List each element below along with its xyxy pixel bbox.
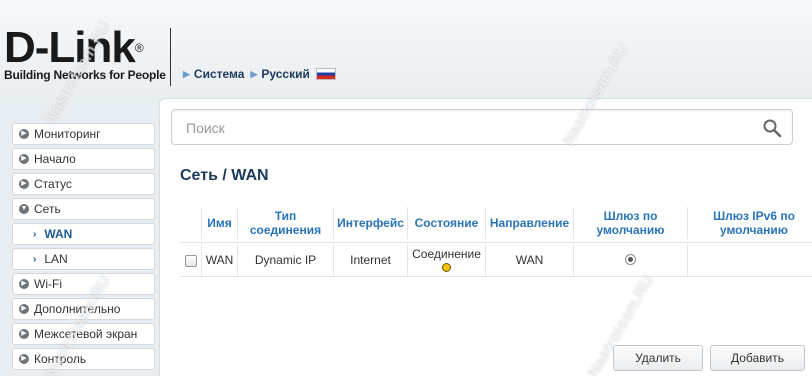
language-menu-link[interactable]: Русский bbox=[261, 67, 310, 81]
column-header-direction[interactable]: Направление bbox=[486, 207, 574, 239]
sidebar-item-label: WAN bbox=[44, 227, 73, 241]
header: D-Link® Building Networks for People ▶ С… bbox=[0, 0, 812, 98]
table-row[interactable]: WAN Dynamic IP Internet Соединение WAN bbox=[180, 242, 812, 277]
column-header-ipv6-default-gateway[interactable]: Шлюз IPv6 по умолчанию bbox=[688, 207, 812, 239]
add-button[interactable]: Добавить bbox=[710, 345, 805, 371]
sidebar-item-status[interactable]: ▶ Статус bbox=[12, 173, 155, 195]
sidebar-item-label: Статус bbox=[34, 177, 72, 191]
system-menu-link[interactable]: Система bbox=[194, 67, 245, 81]
bullet-arrow-icon: › bbox=[33, 228, 37, 240]
sidebar-item-monitoring[interactable]: ▶ Мониторинг bbox=[12, 123, 155, 145]
sidebar-item-wifi[interactable]: ▶ Wi-Fi bbox=[12, 273, 155, 295]
sidebar-item-start[interactable]: ▶ Начало bbox=[12, 148, 155, 170]
logo-registered: ® bbox=[134, 41, 144, 55]
sidebar-subitem-lan[interactable]: › LAN bbox=[12, 248, 155, 270]
page-title: Сеть / WAN bbox=[180, 167, 269, 184]
cell-direction: WAN bbox=[486, 243, 574, 276]
search-placeholder: Поиск bbox=[186, 120, 225, 136]
cell-interface: Internet bbox=[334, 243, 408, 276]
column-header-connection-type[interactable]: Тип соединения bbox=[238, 207, 334, 239]
triangle-right-icon: ▶ bbox=[250, 68, 258, 79]
sidebar-item-network[interactable]: ▼ Сеть bbox=[12, 198, 155, 220]
chevron-right-icon: ▶ bbox=[19, 329, 29, 339]
column-header-default-gateway[interactable]: Шлюз по умолчанию bbox=[574, 207, 688, 239]
row-checkbox[interactable] bbox=[184, 255, 197, 267]
sidebar-item-label: LAN bbox=[44, 252, 68, 266]
state-label: Соединение bbox=[412, 246, 481, 261]
sidebar-item-label: Wi-Fi bbox=[34, 277, 62, 291]
cell-name: WAN bbox=[202, 243, 238, 276]
cell-default-gateway bbox=[574, 243, 688, 276]
column-header-select bbox=[180, 207, 202, 239]
search-input[interactable]: Поиск bbox=[171, 109, 793, 145]
cell-ipv6-default-gateway bbox=[688, 243, 812, 276]
chevron-right-icon: ▶ bbox=[19, 154, 29, 164]
sidebar-item-control[interactable]: ▶ Контроль bbox=[12, 348, 155, 370]
sidebar-subitem-wan[interactable]: › WAN bbox=[12, 223, 155, 245]
row-select-cell bbox=[180, 243, 202, 276]
status-dot-icon bbox=[442, 262, 451, 272]
chevron-right-icon: ▶ bbox=[19, 354, 29, 364]
chevron-down-icon: ▼ bbox=[19, 204, 29, 214]
chevron-right-icon: ▶ bbox=[19, 304, 29, 314]
chevron-right-icon: ▶ bbox=[19, 279, 29, 289]
cell-state: Соединение bbox=[408, 243, 486, 276]
default-gateway-radio[interactable] bbox=[625, 254, 636, 265]
sidebar-item-label: Мониторинг bbox=[34, 127, 101, 141]
russian-flag-icon[interactable] bbox=[315, 68, 336, 80]
bullet-arrow-icon: › bbox=[33, 253, 37, 265]
delete-button[interactable]: Удалить bbox=[613, 345, 703, 371]
column-header-interface[interactable]: Интерфейс bbox=[334, 207, 408, 239]
triangle-right-icon: ▶ bbox=[183, 68, 190, 79]
chevron-right-icon: ▶ bbox=[19, 179, 29, 189]
cell-connection-type: Dynamic IP bbox=[238, 243, 334, 276]
breadcrumb: ▶ Система ▶ Русский bbox=[183, 67, 336, 81]
main-panel: Поиск Сеть / WAN Имя Тип соединения Инте… bbox=[159, 98, 812, 376]
sidebar-item-label: Сеть bbox=[34, 202, 61, 216]
header-divider bbox=[170, 28, 171, 86]
chevron-right-icon: ▶ bbox=[19, 129, 29, 139]
column-header-state[interactable]: Состояние bbox=[408, 207, 486, 239]
search-icon[interactable] bbox=[762, 118, 782, 138]
sidebar-item-label: Начало bbox=[34, 152, 76, 166]
column-header-name[interactable]: Имя bbox=[202, 207, 238, 239]
logo-text: D-Link bbox=[4, 23, 136, 72]
